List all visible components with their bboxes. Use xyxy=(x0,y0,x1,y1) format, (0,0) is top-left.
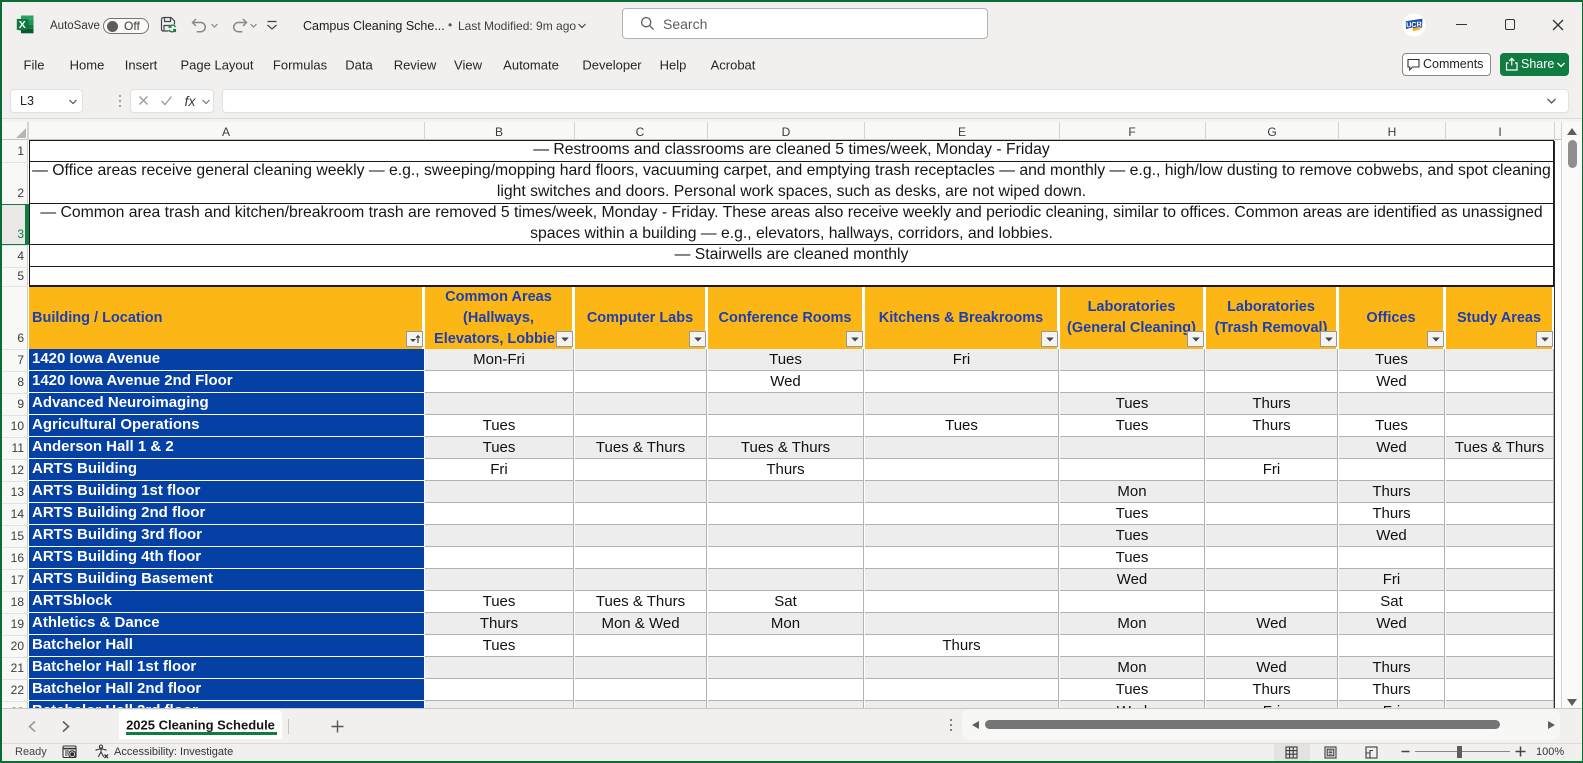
svg-text:UCR: UCR xyxy=(1406,19,1423,29)
svg-text:X: X xyxy=(19,19,26,31)
